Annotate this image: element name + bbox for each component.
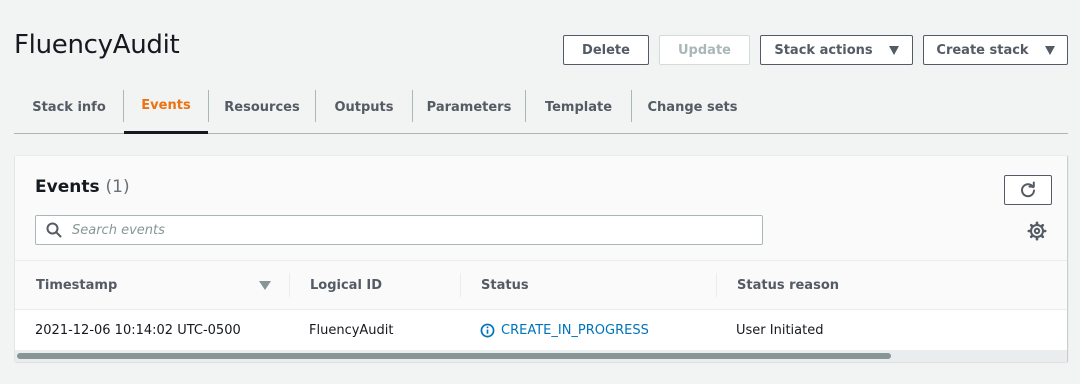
column-header-status-reason[interactable]: Status reason (737, 261, 839, 310)
create-stack-button[interactable]: Create stack (923, 35, 1068, 65)
tab-outputs[interactable]: Outputs (316, 80, 412, 134)
search-input[interactable] (72, 222, 752, 238)
caret-down-icon (888, 45, 899, 55)
cell-timestamp: 2021-12-06 10:14:02 UTC-0500 (35, 322, 241, 338)
info-icon (480, 323, 495, 337)
column-header-timestamp[interactable]: Timestamp (36, 261, 117, 310)
refresh-icon (1021, 181, 1035, 198)
gear-icon[interactable] (1027, 221, 1047, 241)
cell-status[interactable]: CREATE_IN_PROGRESS (480, 310, 649, 350)
column-divider[interactable] (716, 273, 717, 297)
cell-logical-id: FluencyAudit (309, 322, 394, 338)
page-title: FluencyAudit (14, 30, 180, 60)
update-button[interactable]: Update (659, 35, 750, 65)
stack-tabs: Stack info Events Resources Outputs Para… (14, 80, 1068, 134)
tab-change-sets[interactable]: Change sets (632, 80, 753, 134)
tab-stack-info[interactable]: Stack info (14, 80, 124, 134)
events-panel-header: Events (1) (15, 156, 1067, 261)
column-header-logical-id[interactable]: Logical ID (310, 261, 382, 310)
stack-actions-button[interactable]: Stack actions (760, 35, 913, 65)
events-count: (1) (105, 177, 130, 197)
horizontal-scrollbar[interactable] (15, 350, 1067, 362)
status-text: CREATE_IN_PROGRESS (501, 322, 649, 338)
tab-template[interactable]: Template (526, 80, 631, 134)
refresh-button[interactable] (1004, 175, 1052, 205)
events-title: Events (1) (35, 177, 130, 197)
delete-button[interactable]: Delete (563, 35, 649, 65)
create-stack-label: Create stack (936, 42, 1029, 58)
sort-descending-icon[interactable] (259, 281, 271, 290)
stack-actions-label: Stack actions (774, 42, 873, 58)
tab-parameters[interactable]: Parameters (413, 80, 525, 134)
column-divider[interactable] (460, 273, 461, 297)
tab-resources[interactable]: Resources (209, 80, 315, 134)
column-divider[interactable] (289, 273, 290, 297)
search-box (35, 215, 763, 245)
scrollbar-thumb[interactable] (17, 353, 891, 359)
cell-status-reason: User Initiated (736, 322, 824, 338)
column-header-status[interactable]: Status (481, 261, 529, 310)
tab-events[interactable]: Events (124, 80, 208, 134)
events-panel: Events (1) Search events Timestamp Logic… (15, 155, 1067, 362)
search-icon (46, 222, 62, 238)
events-table-header: Timestamp Logical ID Status Status reaso… (15, 261, 1067, 310)
caret-down-icon (1044, 45, 1055, 55)
events-title-text: Events (35, 177, 100, 197)
table-row: 2021-12-06 10:14:02 UTC-0500 FluencyAudi… (15, 310, 1067, 350)
